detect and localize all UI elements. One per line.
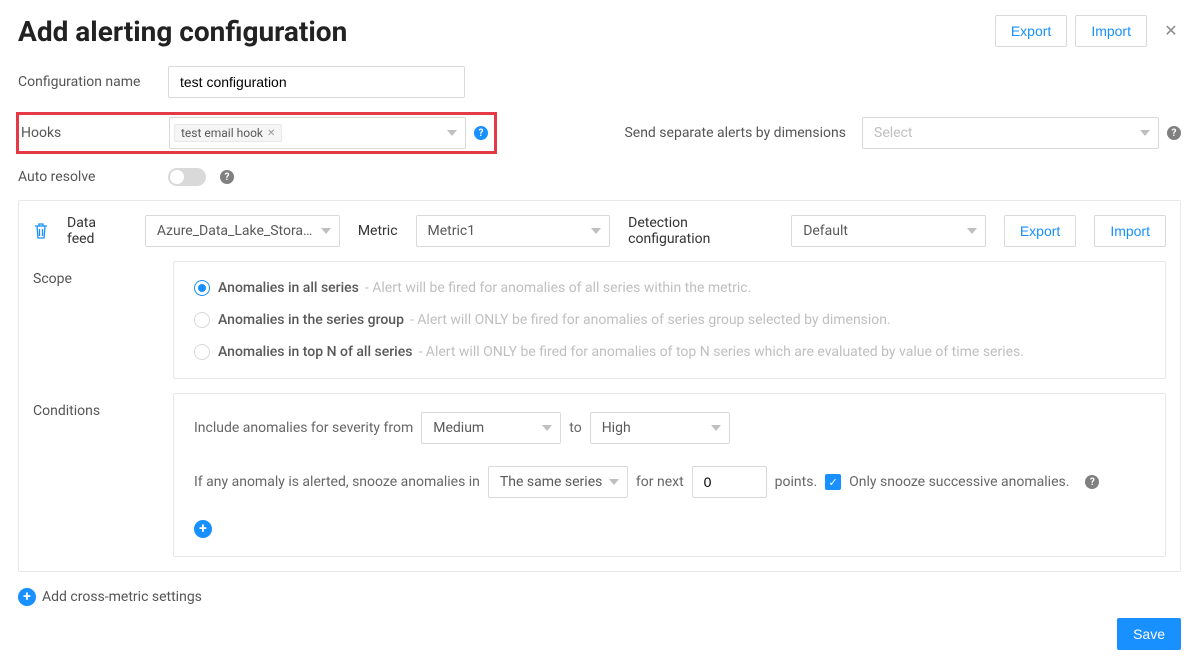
- snooze-help-icon[interactable]: ?: [1085, 475, 1099, 489]
- scope-group-desc: - Alert will ONLY be fired for anomalies…: [410, 312, 891, 328]
- snooze-fornext: for next: [636, 474, 684, 490]
- hooks-label: Hooks: [21, 125, 169, 141]
- data-feed-select[interactable]: Azure_Data_Lake_Storage_Ge: [145, 215, 340, 247]
- scope-label: Scope: [33, 261, 173, 379]
- scope-panel: Anomalies in all series - Alert will be …: [173, 261, 1166, 379]
- metric-label: Metric: [358, 223, 398, 239]
- data-feed-value: Azure_Data_Lake_Storage_Ge: [157, 223, 315, 239]
- severity-to-select[interactable]: High: [590, 412, 730, 444]
- severity-from-select[interactable]: Medium: [421, 412, 561, 444]
- auto-resolve-label: Auto resolve: [18, 169, 168, 185]
- scope-radio-topn[interactable]: [194, 344, 210, 360]
- scope-all-label: Anomalies in all series: [218, 280, 359, 296]
- severity-from-value: Medium: [433, 420, 484, 436]
- chevron-down-icon: [321, 228, 331, 234]
- add-condition-button[interactable]: +: [194, 520, 212, 538]
- export-button[interactable]: Export: [995, 15, 1067, 47]
- scope-topn-desc: - Alert will ONLY be fired for anomalies…: [418, 344, 1024, 360]
- page-title: Add alerting configuration: [18, 15, 995, 48]
- panel-export-button[interactable]: Export: [1004, 215, 1076, 247]
- import-button[interactable]: Import: [1075, 15, 1147, 47]
- severity-to-word: to: [569, 420, 581, 436]
- dimensions-placeholder: Select: [874, 125, 912, 141]
- snooze-points: points.: [775, 474, 817, 490]
- snooze-value-input[interactable]: [692, 466, 767, 498]
- snooze-prefix: If any anomaly is alerted, snooze anomal…: [194, 474, 480, 490]
- detection-config-label: Detection configuration: [628, 215, 773, 247]
- hook-tag-label: test email hook: [181, 126, 263, 140]
- snooze-successive-checkbox[interactable]: ✓: [825, 474, 841, 490]
- metric-panel: Data feed Azure_Data_Lake_Storage_Ge Met…: [18, 200, 1181, 572]
- panel-import-button[interactable]: Import: [1094, 215, 1166, 247]
- hooks-select[interactable]: test email hook ✕: [169, 117, 466, 149]
- snooze-scope-select[interactable]: The same series: [488, 466, 628, 498]
- chevron-down-icon: [609, 479, 619, 485]
- chevron-down-icon: [542, 425, 552, 431]
- scope-radio-group[interactable]: [194, 312, 210, 328]
- metric-value: Metric1: [428, 223, 476, 239]
- dimensions-label: Send separate alerts by dimensions: [624, 125, 846, 141]
- chevron-down-icon: [1140, 130, 1150, 136]
- auto-resolve-help-icon[interactable]: ?: [220, 170, 234, 184]
- snooze-scope-value: The same series: [500, 474, 602, 490]
- save-button[interactable]: Save: [1117, 618, 1181, 650]
- metric-select[interactable]: Metric1: [416, 215, 611, 247]
- severity-to-value: High: [602, 420, 631, 436]
- trash-icon[interactable]: [33, 222, 49, 240]
- severity-prefix: Include anomalies for severity from: [194, 420, 413, 436]
- scope-topn-label: Anomalies in top N of all series: [218, 344, 412, 360]
- chevron-down-icon: [447, 130, 457, 136]
- chevron-down-icon: [591, 228, 601, 234]
- chevron-down-icon: [711, 425, 721, 431]
- auto-resolve-toggle[interactable]: [168, 168, 206, 186]
- scope-all-desc: - Alert will be fired for anomalies of a…: [365, 280, 751, 296]
- conditions-panel: Include anomalies for severity from Medi…: [173, 393, 1166, 557]
- chevron-down-icon: [967, 228, 977, 234]
- conditions-label: Conditions: [33, 393, 173, 557]
- dimensions-help-icon[interactable]: ?: [1167, 126, 1181, 140]
- hooks-highlight: Hooks test email hook ✕ ?: [16, 112, 497, 154]
- add-cross-metric-label[interactable]: Add cross-metric settings: [42, 589, 202, 605]
- add-cross-metric-icon[interactable]: +: [18, 588, 36, 606]
- dimensions-select[interactable]: Select: [862, 117, 1159, 149]
- hook-tag: test email hook ✕: [174, 124, 282, 142]
- config-name-input[interactable]: [168, 66, 465, 98]
- scope-group-label: Anomalies in the series group: [218, 312, 404, 328]
- config-name-label: Configuration name: [18, 74, 168, 90]
- snooze-checkbox-label: Only snooze successive anomalies.: [849, 474, 1069, 490]
- data-feed-label: Data feed: [67, 215, 127, 247]
- detection-config-select[interactable]: Default: [791, 215, 986, 247]
- detection-config-value: Default: [803, 223, 848, 239]
- hook-tag-remove-icon[interactable]: ✕: [267, 128, 275, 139]
- scope-radio-all[interactable]: [194, 280, 210, 296]
- close-icon[interactable]: ✕: [1161, 15, 1181, 47]
- hooks-help-icon[interactable]: ?: [474, 126, 488, 140]
